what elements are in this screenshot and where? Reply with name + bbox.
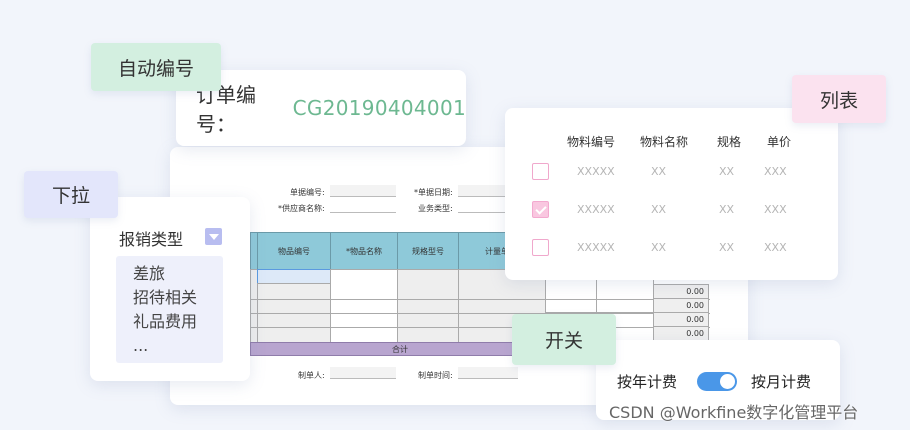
order-number-value: CG20190404001 (292, 96, 466, 120)
list-cell-price: XXX (764, 241, 787, 254)
list-cell-spec: XX (719, 203, 735, 216)
list-header-name: 物料名称 (640, 135, 689, 149)
table-cell[interactable] (397, 269, 459, 343)
table-header-item-name: *物品名称 (330, 232, 398, 270)
dropdown-option[interactable]: 差旅 (133, 262, 223, 286)
list-cell-code: XXXXX (577, 165, 615, 178)
dropdown-options: 差旅 招待相关 礼品费用 ... (116, 256, 223, 363)
chevron-down-icon[interactable] (205, 228, 222, 245)
table-header-item-code: 物品编号 (257, 232, 331, 270)
dropdown-card: 报销类型 差旅 招待相关 礼品费用 ... (90, 197, 250, 381)
total-row: 合计 (250, 342, 550, 356)
list-card: 物料编号 物料名称 规格 单价 XXXXX XX XX XXX XXXXX XX… (505, 108, 838, 280)
tag-switch: 开关 (512, 314, 616, 365)
list-cell-spec: XX (719, 241, 735, 254)
switch-right-label: 按月计费 (751, 373, 812, 391)
table-header-spec: 规格型号 (397, 232, 459, 270)
list-header-price: 单价 (767, 135, 792, 149)
list-cell-name: XX (651, 241, 667, 254)
supplier-label: *供应商名称: (278, 204, 325, 213)
list-cell-price: XXX (764, 203, 787, 216)
amount-cell: 0.00 (653, 298, 709, 313)
row-checkbox-checked[interactable] (532, 201, 549, 218)
amount-cell: 0.00 (653, 326, 709, 341)
tag-dropdown: 下拉 (24, 171, 118, 218)
doc-date-label: *单据日期: (414, 188, 453, 197)
biz-type-label: 业务类型: (418, 204, 453, 213)
tag-auto-number: 自动编号 (91, 43, 221, 91)
make-time-field[interactable] (458, 367, 518, 379)
list-cell-code: XXXXX (577, 203, 615, 216)
maker-field[interactable] (330, 367, 396, 379)
doc-date-field[interactable] (458, 185, 508, 197)
dropdown-label: 报销类型 (119, 230, 184, 249)
list-cell-name: XX (651, 203, 667, 216)
doc-no-field[interactable] (330, 185, 396, 197)
amount-cell: 0.00 (653, 284, 709, 299)
supplier-field[interactable] (330, 201, 396, 213)
list-cell-code: XXXXX (577, 241, 615, 254)
row-checkbox[interactable] (532, 239, 549, 256)
list-cell-price: XXX (764, 165, 787, 178)
make-time-label: 制单时间: (418, 371, 453, 380)
row-checkbox[interactable] (532, 163, 549, 180)
biz-type-field[interactable] (458, 201, 508, 213)
list-cell-spec: XX (719, 165, 735, 178)
tag-list: 列表 (792, 75, 886, 123)
list-cell-name: XX (651, 165, 667, 178)
doc-no-label: 单据编号: (290, 188, 325, 197)
dropdown-option[interactable]: 礼品费用 (133, 310, 223, 334)
table-cell-selected[interactable] (257, 269, 331, 284)
billing-toggle[interactable] (697, 372, 737, 391)
watermark: CSDN @Workfine数字化管理平台 (609, 403, 859, 422)
maker-label: 制单人: (298, 371, 325, 380)
dropdown-option[interactable]: ... (133, 334, 223, 358)
switch-left-label: 按年计费 (617, 373, 678, 391)
amount-cell: 0.00 (653, 312, 709, 327)
table-cell[interactable] (330, 269, 398, 343)
dropdown-option[interactable]: 招待相关 (133, 286, 223, 310)
list-header-code: 物料编号 (567, 135, 616, 149)
list-header-spec: 规格 (717, 135, 742, 149)
